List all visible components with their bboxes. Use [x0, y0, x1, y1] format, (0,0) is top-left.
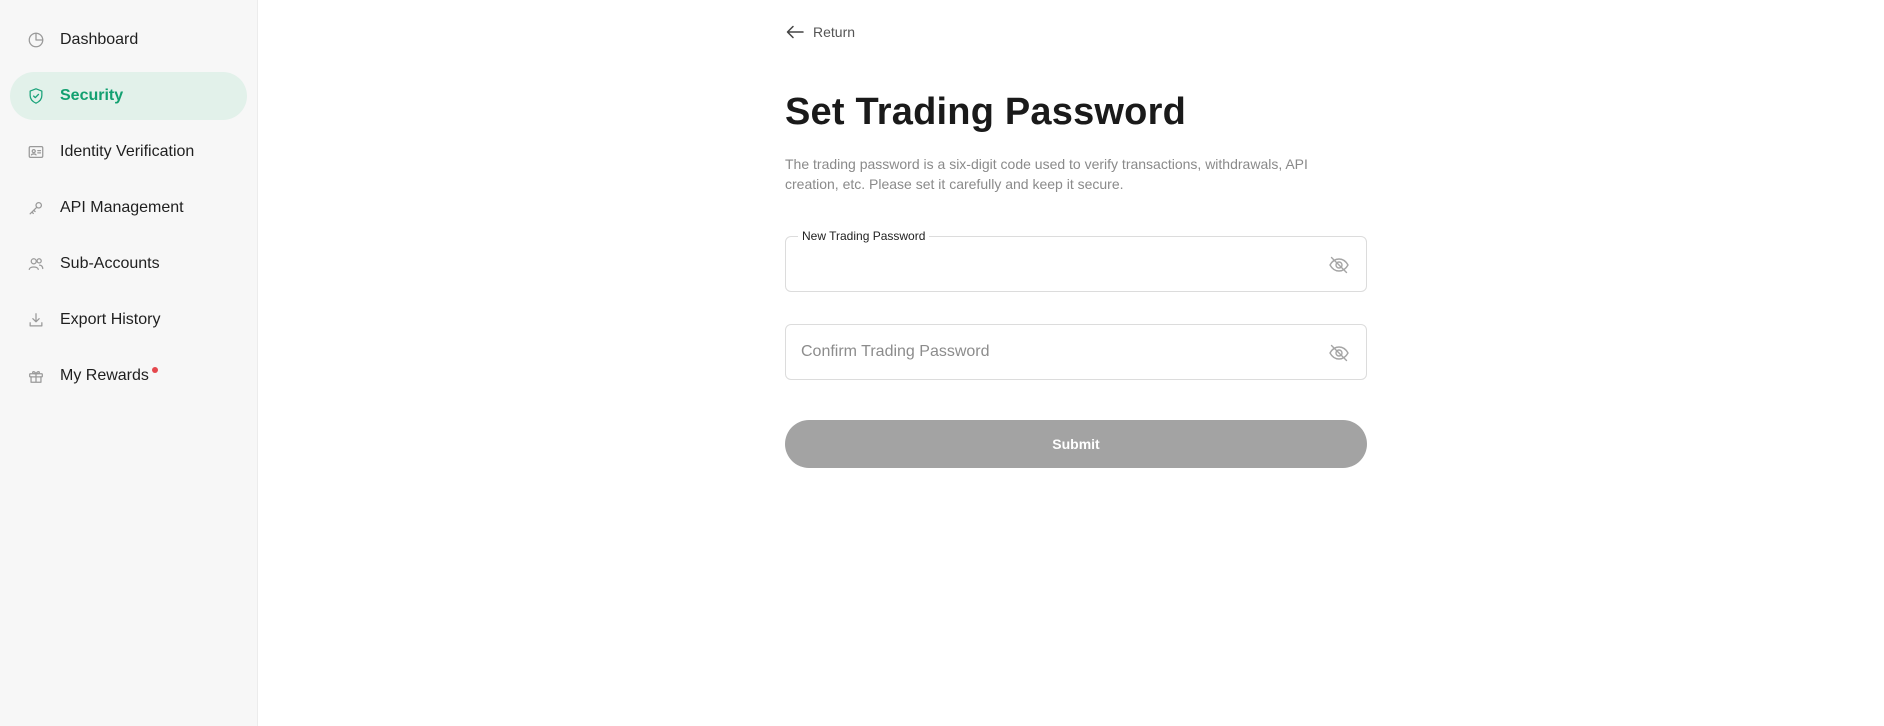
- trading-password-form: Return Set Trading Password The trading …: [785, 0, 1367, 468]
- eye-off-icon[interactable]: [1328, 343, 1350, 363]
- notification-dot: [151, 367, 158, 373]
- eye-off-icon[interactable]: [1328, 255, 1350, 275]
- users-icon: [26, 254, 46, 274]
- sidebar-item-label: Dashboard: [60, 31, 139, 48]
- sidebar-item-label: Security: [60, 87, 124, 104]
- id-card-icon: [26, 142, 46, 162]
- confirm-trading-password-field: [785, 324, 1367, 380]
- sidebar-item-label: API Management: [60, 199, 184, 216]
- sidebar-item-api-management[interactable]: API Management: [10, 184, 247, 232]
- arrow-left-icon: [786, 25, 804, 39]
- app-root: Dashboard Security Identity Verification…: [0, 0, 1884, 726]
- return-link[interactable]: Return: [785, 22, 855, 42]
- sidebar-item-label: Identity Verification: [60, 143, 195, 160]
- page-title: Set Trading Password: [785, 91, 1186, 133]
- new-trading-password-field: New Trading Password: [785, 228, 1367, 292]
- submit-button[interactable]: Submit: [785, 420, 1367, 468]
- sidebar-item-dashboard[interactable]: Dashboard: [10, 16, 247, 64]
- dashboard-icon: [26, 30, 46, 50]
- sidebar-item-label: My Rewards: [60, 367, 149, 384]
- page-description: The trading password is a six-digit code…: [785, 156, 1308, 192]
- sidebar-item-label: Sub-Accounts: [60, 255, 160, 272]
- confirm-trading-password-input[interactable]: [801, 343, 1321, 361]
- sidebar-item-label: Export History: [60, 311, 161, 328]
- shield-icon: [26, 86, 46, 106]
- api-key-icon: [26, 198, 46, 218]
- download-icon: [26, 310, 46, 330]
- sidebar-item-export-history[interactable]: Export History: [10, 296, 247, 344]
- return-label: Return: [813, 24, 856, 40]
- new-trading-password-label: New Trading Password: [798, 228, 930, 244]
- gift-icon: [26, 366, 46, 386]
- sidebar-item-sub-accounts[interactable]: Sub-Accounts: [10, 240, 247, 288]
- sidebar-item-my-rewards[interactable]: My Rewards: [10, 352, 247, 400]
- sidebar: Dashboard Security Identity Verification…: [0, 0, 258, 726]
- sidebar-item-security[interactable]: Security: [10, 72, 247, 120]
- sidebar-item-identity-verification[interactable]: Identity Verification: [10, 128, 247, 176]
- main-content: Return Set Trading Password The trading …: [258, 0, 1884, 726]
- new-trading-password-input[interactable]: [801, 255, 1321, 273]
